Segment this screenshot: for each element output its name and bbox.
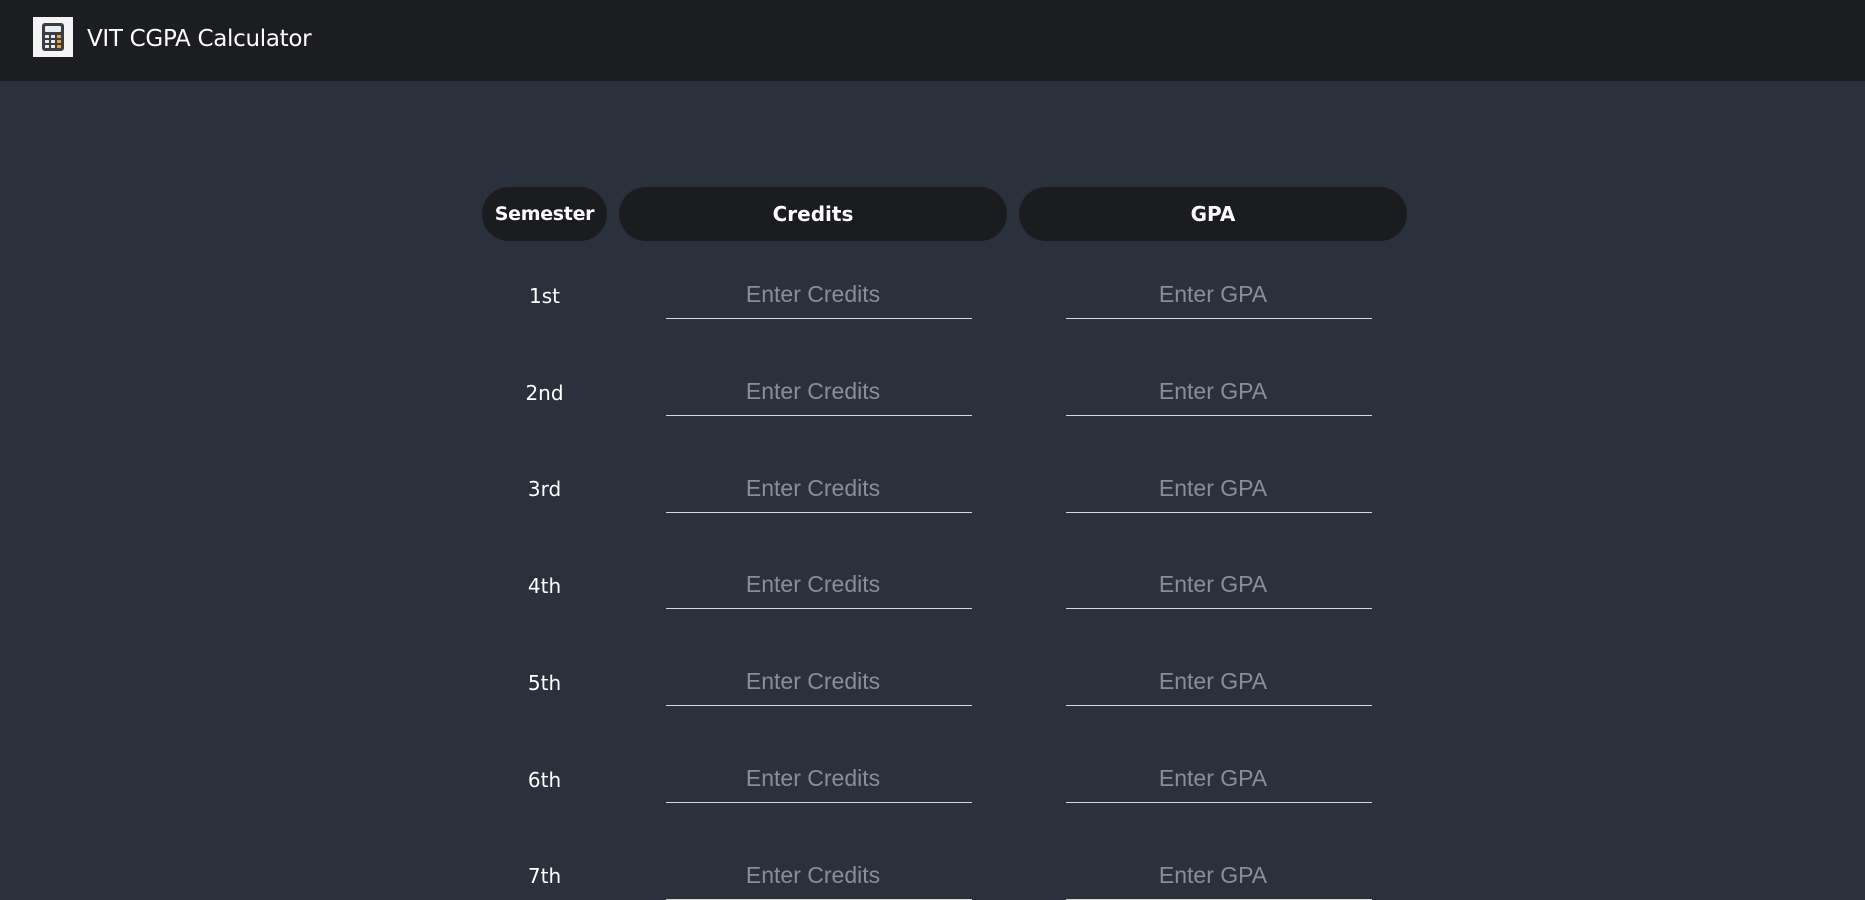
credits-column-header: Credits bbox=[619, 187, 1007, 241]
credits-input-3[interactable] bbox=[666, 470, 972, 513]
gpa-input-6[interactable] bbox=[1066, 760, 1372, 803]
gpa-input-2[interactable] bbox=[1066, 373, 1372, 416]
credits-input-2[interactable] bbox=[666, 373, 972, 416]
credits-input-6[interactable] bbox=[666, 760, 972, 803]
credits-input-7[interactable] bbox=[666, 857, 972, 900]
semester-label-5: 5th bbox=[527, 671, 562, 695]
semester-label-7: 7th bbox=[527, 864, 562, 888]
credits-input-1[interactable] bbox=[666, 276, 972, 319]
semester-label-1: 1st bbox=[529, 284, 560, 308]
calculator-icon[interactable] bbox=[33, 17, 73, 57]
semester-label-4: 4th bbox=[527, 574, 562, 598]
semester-label-6: 6th bbox=[527, 768, 562, 792]
semester-label-2: 2nd bbox=[525, 381, 564, 405]
gpa-input-4[interactable] bbox=[1066, 566, 1372, 609]
gpa-input-3[interactable] bbox=[1066, 470, 1372, 513]
semester-label-3: 3rd bbox=[527, 477, 562, 501]
credits-input-4[interactable] bbox=[666, 566, 972, 609]
gpa-input-5[interactable] bbox=[1066, 663, 1372, 706]
app-title[interactable]: VIT CGPA Calculator bbox=[87, 24, 312, 54]
gpa-column-header: GPA bbox=[1019, 187, 1407, 241]
gpa-input-1[interactable] bbox=[1066, 276, 1372, 319]
top-navbar: VIT CGPA Calculator bbox=[0, 0, 1865, 81]
semester-column-header: Semester bbox=[482, 187, 607, 241]
credits-input-5[interactable] bbox=[666, 663, 972, 706]
gpa-input-7[interactable] bbox=[1066, 857, 1372, 900]
